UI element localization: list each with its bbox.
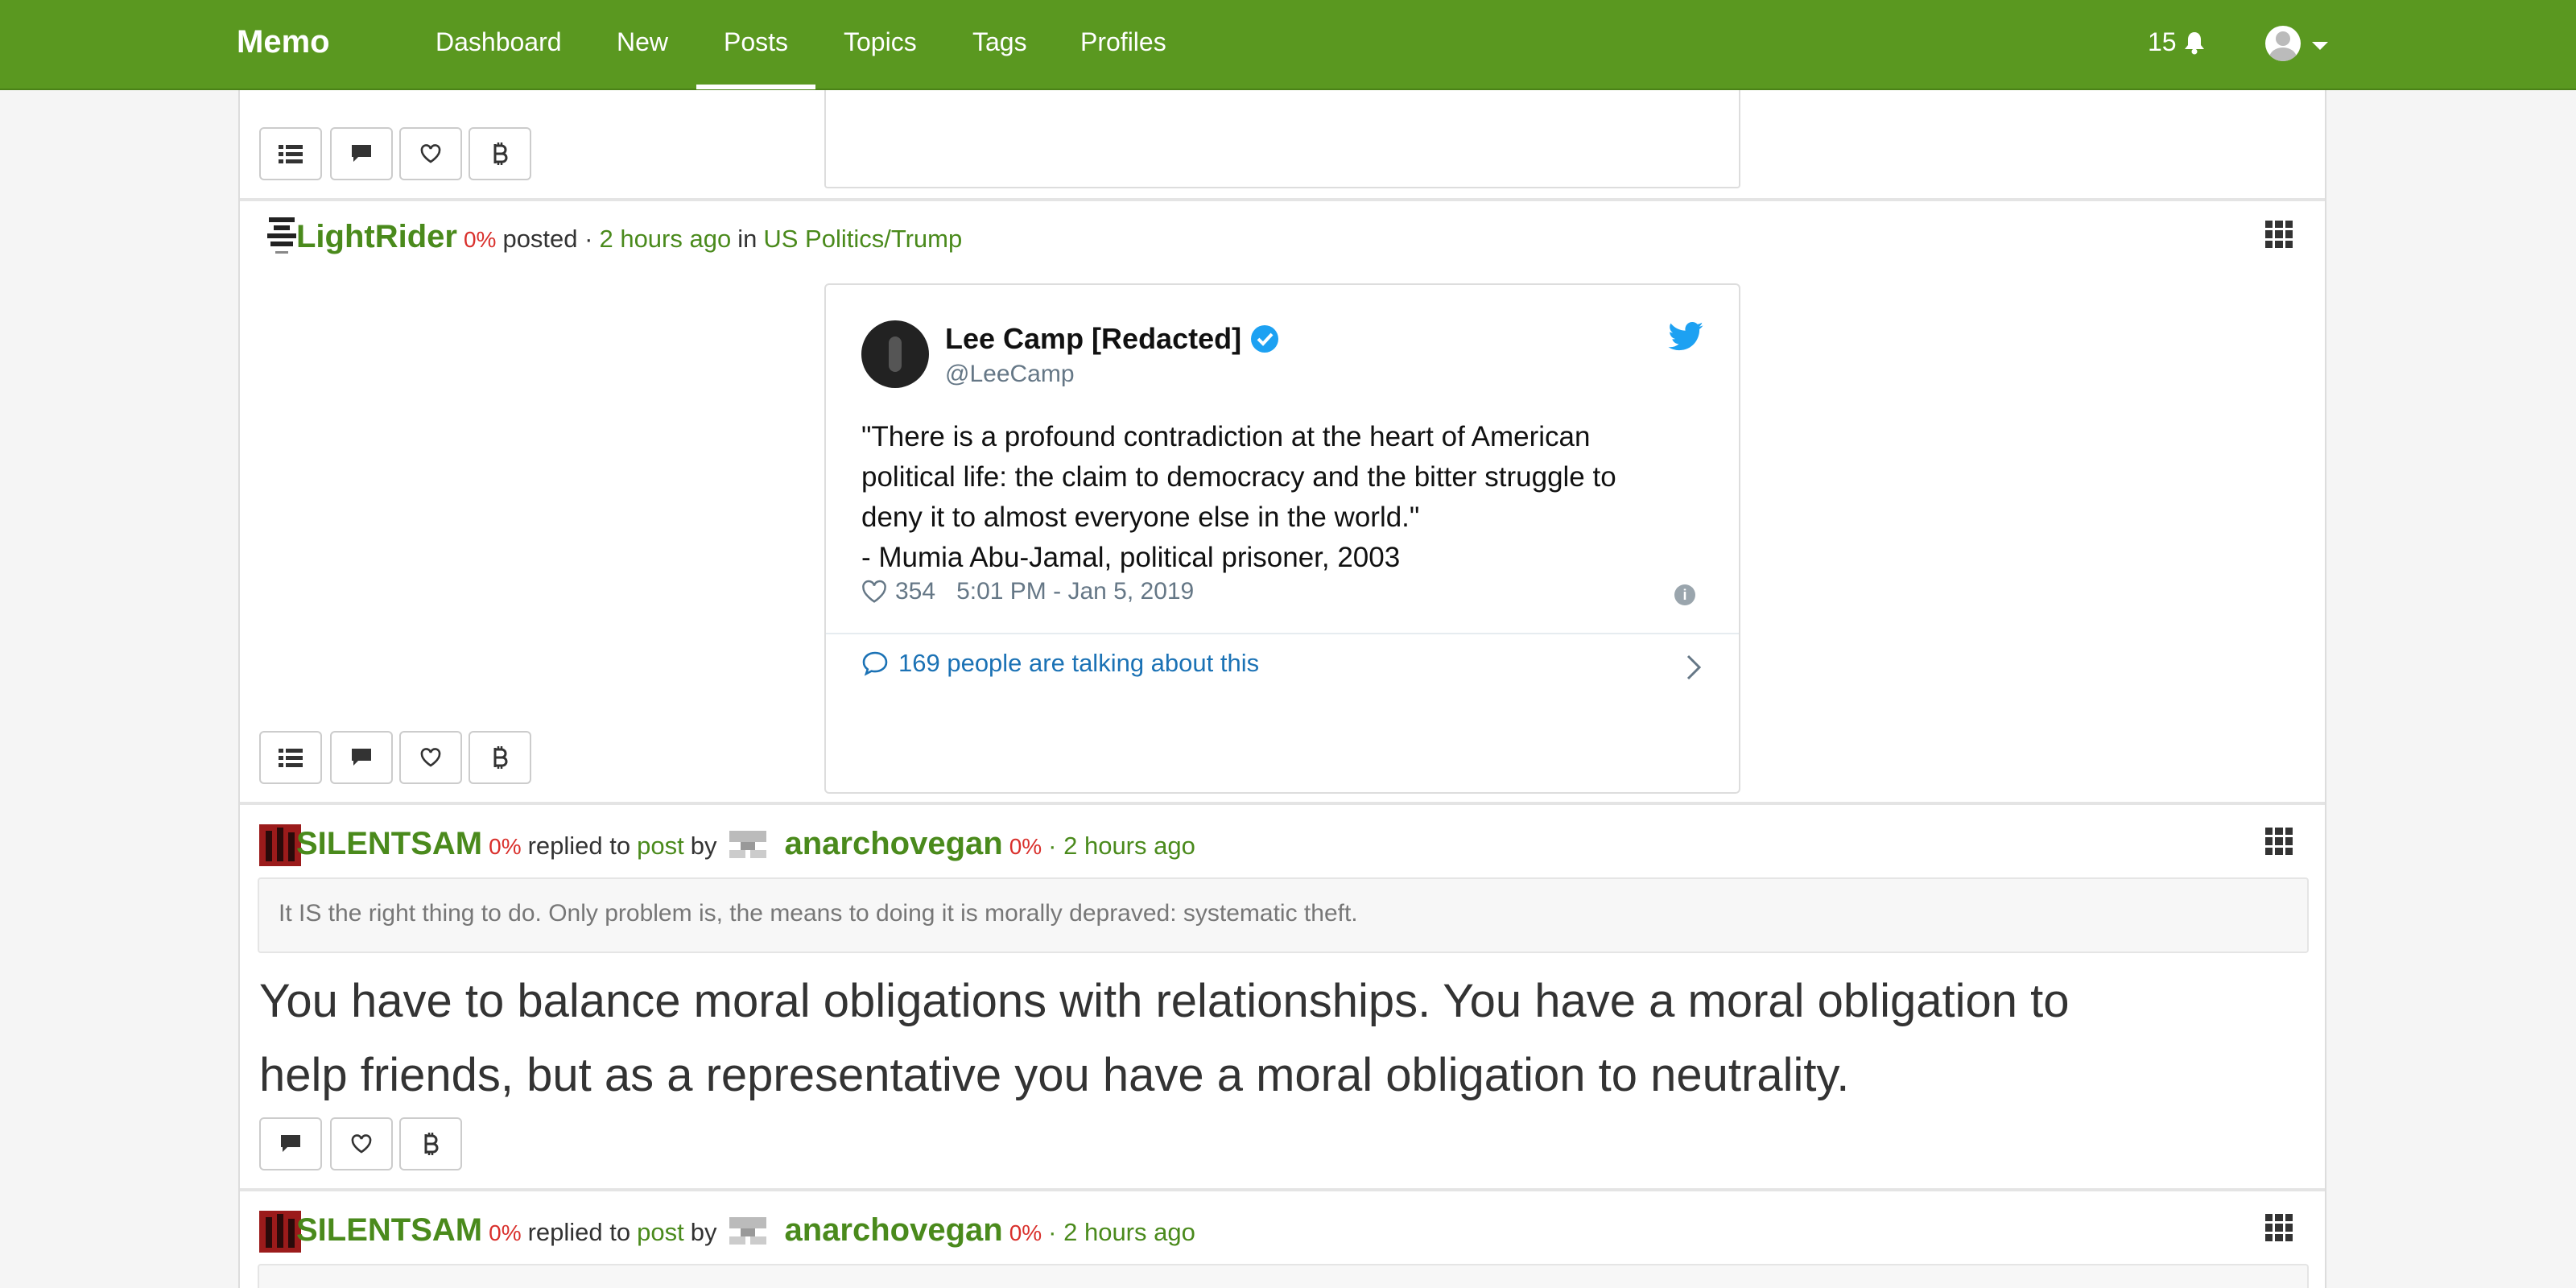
thread-button[interactable] (259, 731, 322, 784)
tweet-date[interactable]: 5:01 PM - Jan 5, 2019 (956, 578, 1194, 605)
nav-tags[interactable]: Tags (972, 27, 1027, 57)
heart-icon (420, 748, 441, 767)
post-time[interactable]: · 2 hours ago (1048, 1218, 1195, 1247)
username[interactable]: SILENTSAM (296, 1212, 482, 1249)
nav-profiles[interactable]: Profiles (1080, 27, 1166, 57)
post-header: SILENTSAM 0% replied to post by anarchov… (259, 826, 1195, 862)
heart-icon[interactable] (861, 580, 887, 604)
tweet-author-name-text: Lee Camp [Redacted] (945, 322, 1242, 355)
notifications-button[interactable]: 15 (2148, 27, 2206, 57)
list-icon (279, 749, 303, 767)
post-time[interactable]: · 2 hours ago (1048, 832, 1195, 861)
like-button[interactable] (399, 731, 462, 784)
grid-icon[interactable] (2265, 828, 2293, 855)
reply-button[interactable] (330, 731, 393, 784)
list-icon (279, 145, 303, 163)
nav-new[interactable]: New (617, 27, 668, 57)
nav-posts[interactable]: Posts (696, 27, 816, 89)
post-body: You have to balance moral obligations wi… (259, 964, 2304, 1113)
like-button[interactable] (399, 127, 462, 180)
topic-link[interactable]: US Politics/Trump (763, 225, 962, 254)
target-username[interactable]: anarchovegan (784, 826, 1002, 862)
comment-icon (352, 145, 371, 162)
anarchovegan-avatar[interactable] (729, 1216, 767, 1245)
user-avatar[interactable] (2265, 26, 2301, 61)
post-feed: LightRider 0% posted · 2 hours ago in US… (238, 90, 2326, 1288)
tweet-line: political life: the claim to democracy a… (861, 461, 1616, 493)
heart-icon (420, 144, 441, 163)
tip-button[interactable] (399, 1117, 462, 1170)
chevron-down-icon[interactable] (2312, 42, 2328, 50)
anarchovegan-avatar[interactable] (729, 830, 767, 858)
bitcoin-icon (424, 1133, 439, 1155)
post-action: posted · (502, 225, 593, 253)
parent-post-link[interactable]: post (637, 832, 684, 861)
reputation-percent: 0% (463, 227, 497, 252)
tweet-talking-text: 169 people are talking about this (898, 649, 1260, 677)
username[interactable]: LightRider (296, 219, 457, 255)
target-username[interactable]: anarchovegan (784, 1212, 1002, 1249)
tweet-line: "There is a profound contradiction at th… (861, 421, 1591, 452)
post-by: by (690, 832, 717, 860)
parent-post-link[interactable]: post (637, 1218, 684, 1247)
tweet-author-avatar[interactable] (861, 320, 929, 388)
tip-button[interactable] (469, 731, 531, 784)
tweet-divider (826, 633, 1739, 634)
target-reputation-percent: 0% (1009, 1220, 1042, 1245)
comment-icon (281, 1135, 300, 1152)
tweet-line: deny it to almost everyone else in the w… (861, 502, 1420, 533)
navbar: Memo Dashboard New Posts Topics Tags Pro… (0, 0, 2576, 90)
quoted-parent-post[interactable]: It IS the right thing to do. Only proble… (258, 877, 2309, 953)
notification-count: 15 (2148, 27, 2177, 56)
post-header: SILENTSAM 0% replied to post by anarchov… (259, 1212, 1195, 1249)
divider (240, 1188, 2325, 1191)
chevron-right-icon[interactable] (1686, 654, 1702, 681)
post-by: by (690, 1218, 717, 1246)
grid-icon[interactable] (2265, 1214, 2293, 1241)
tweet-author-name[interactable]: Lee Camp [Redacted] (945, 322, 1280, 356)
quoted-parent-post[interactable] (258, 1264, 2309, 1288)
tweet-likes: 354 (895, 578, 936, 605)
speech-bubble-icon (862, 651, 888, 676)
heart-icon (351, 1134, 372, 1154)
post-header: LightRider 0% posted · 2 hours ago in US… (259, 219, 962, 255)
post-time[interactable]: 2 hours ago (599, 225, 731, 254)
tweet-handle[interactable]: @LeeCamp (945, 361, 1075, 388)
post-action: replied to (527, 832, 631, 860)
nav-dashboard[interactable]: Dashboard (436, 27, 562, 57)
thread-button[interactable] (259, 127, 322, 180)
brand-logo[interactable]: Memo (237, 24, 330, 60)
username[interactable]: SILENTSAM (296, 826, 482, 862)
reputation-percent: 0% (489, 1220, 522, 1245)
post-body-line: help friends, but as a representative yo… (259, 1049, 1850, 1101)
verified-badge-icon (1251, 325, 1279, 353)
bitcoin-icon (493, 746, 508, 769)
post-action: replied to (527, 1218, 631, 1246)
tip-button[interactable] (469, 127, 531, 180)
nav-topics[interactable]: Topics (844, 27, 917, 57)
post-in: in (737, 225, 758, 253)
info-icon[interactable]: i (1674, 584, 1695, 605)
like-button[interactable] (330, 1117, 393, 1170)
twitter-bird-icon[interactable] (1668, 322, 1703, 351)
post-body-line: You have to balance moral obligations wi… (259, 975, 2070, 1027)
tweet-conversation-link[interactable]: 169 people are talking about this (861, 649, 1259, 678)
bitcoin-icon (493, 142, 508, 165)
grid-icon[interactable] (2265, 221, 2293, 248)
reply-button[interactable] (330, 127, 393, 180)
comment-icon (352, 749, 371, 766)
bell-icon (2184, 31, 2204, 54)
tweet-text: "There is a profound contradiction at th… (861, 417, 1715, 578)
reputation-percent: 0% (489, 834, 522, 859)
previous-embed (824, 90, 1740, 188)
divider (240, 802, 2325, 805)
tweet-embed[interactable]: Lee Camp [Redacted] @LeeCamp "There is a… (824, 283, 1740, 794)
tweet-meta: 354 5:01 PM - Jan 5, 2019 (861, 578, 1194, 605)
reply-button[interactable] (259, 1117, 322, 1170)
tweet-line: - Mumia Abu-Jamal, political prisoner, 2… (861, 542, 1401, 573)
divider (240, 198, 2325, 201)
target-reputation-percent: 0% (1009, 834, 1042, 859)
